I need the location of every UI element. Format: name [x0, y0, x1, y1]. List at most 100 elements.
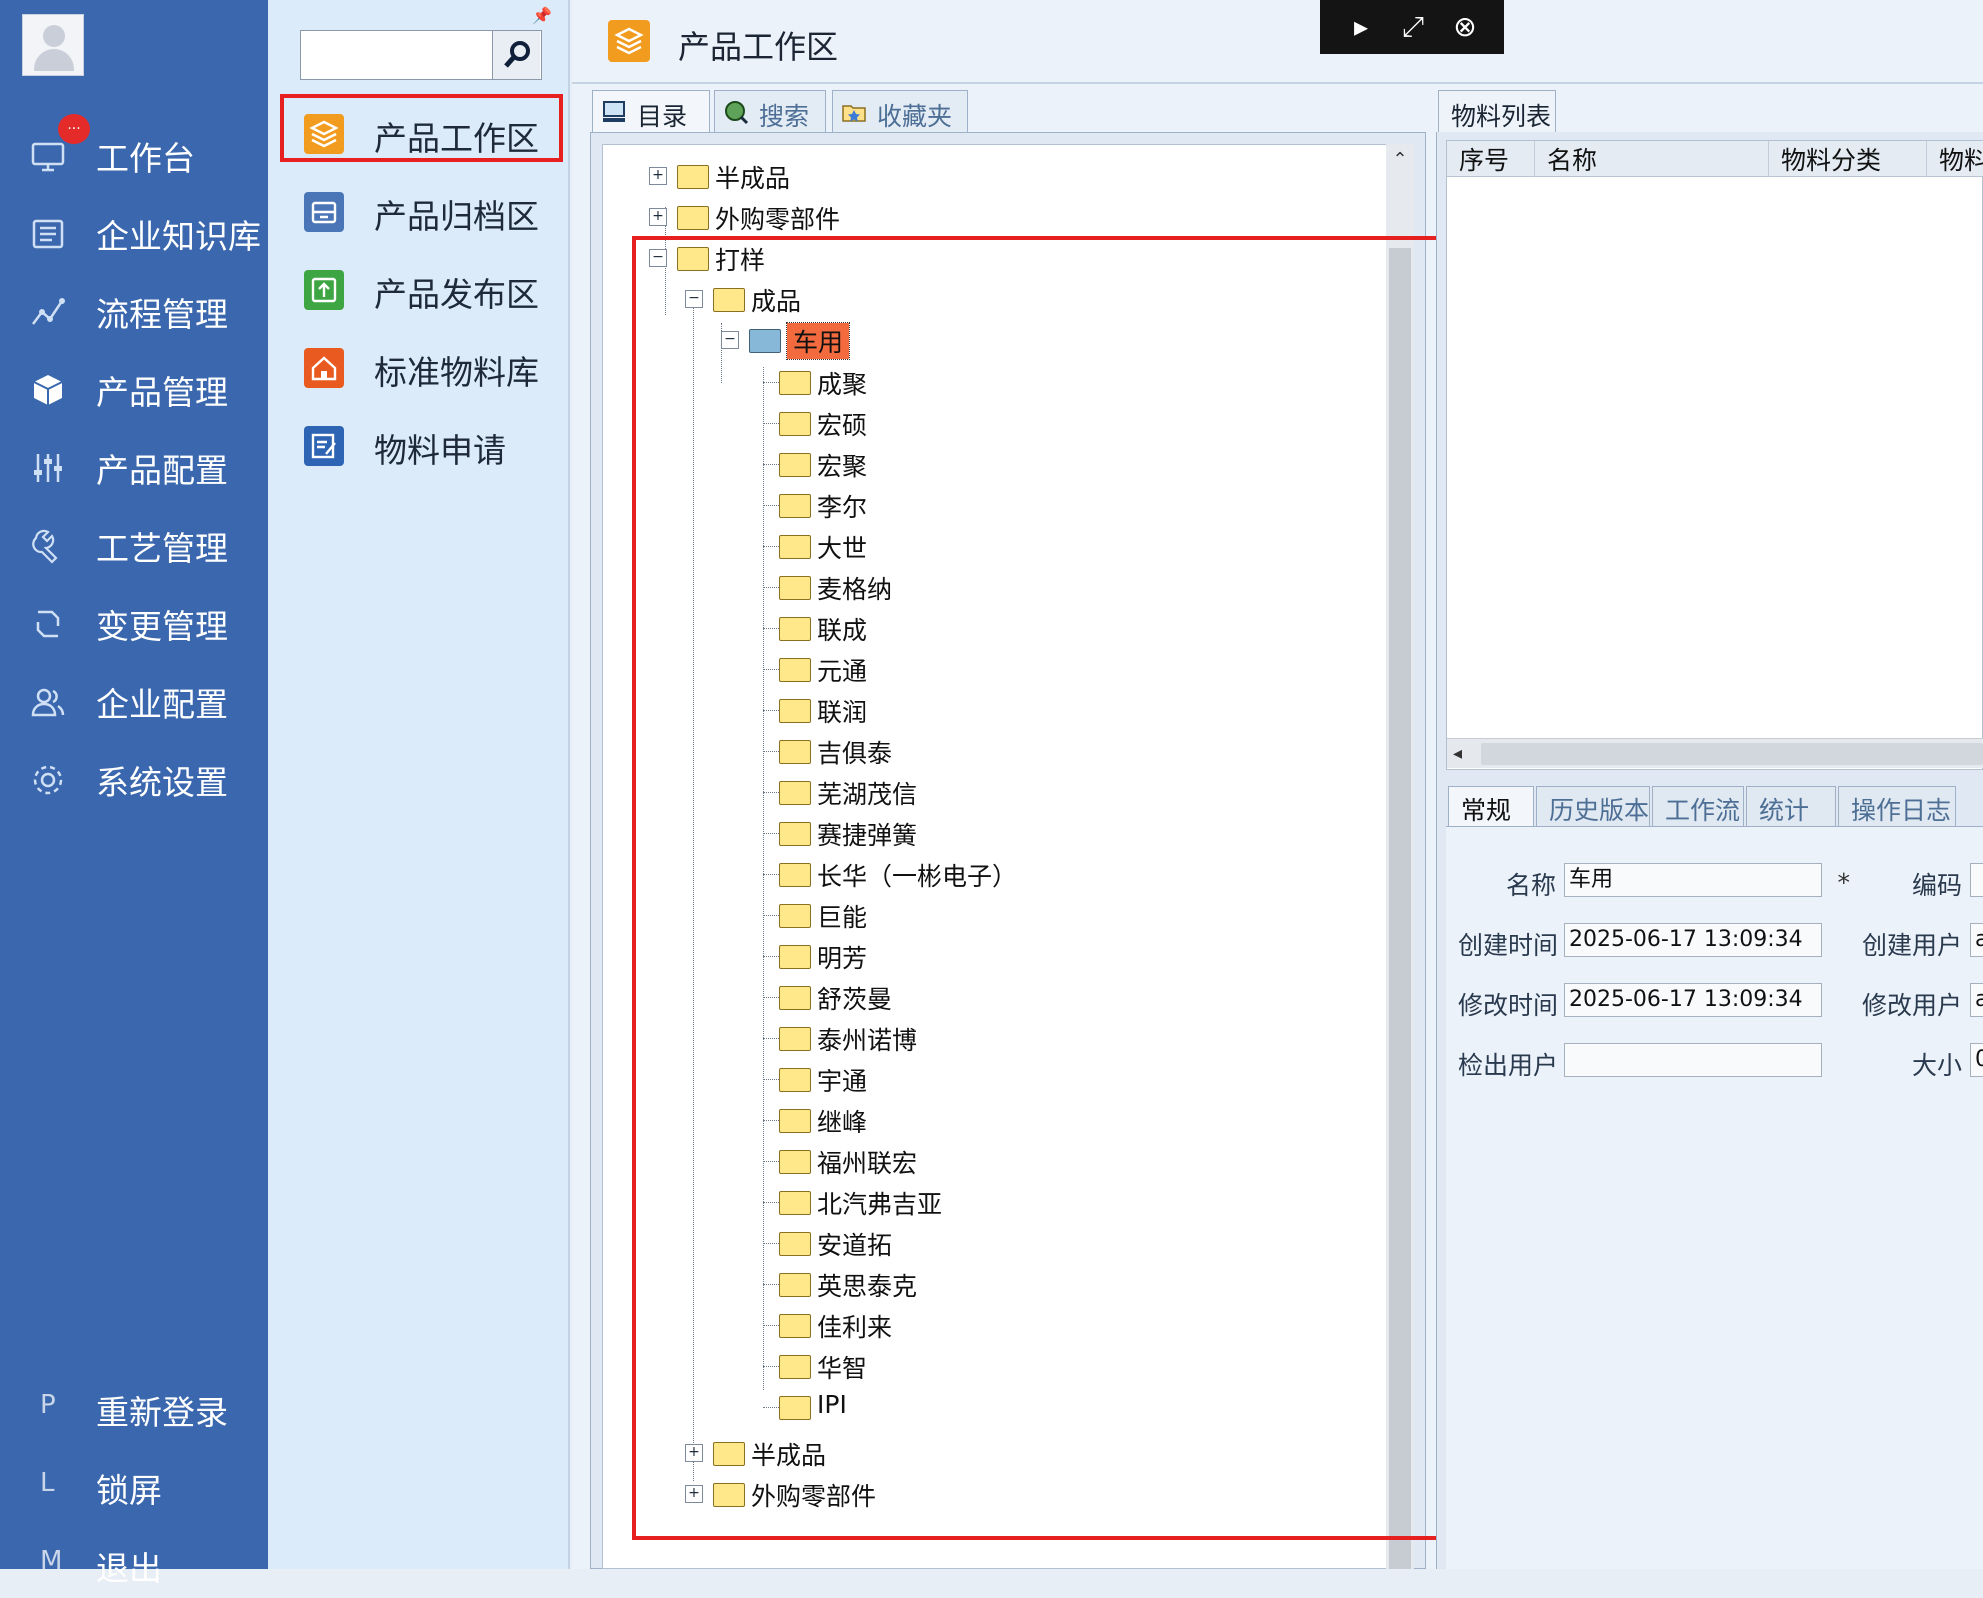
sub-item-label: 物料申请 [374, 431, 506, 470]
scrollbar-thumb[interactable] [1481, 743, 1983, 765]
tab-material-list[interactable]: 物料列表 [1438, 90, 1556, 132]
computer-icon [603, 101, 625, 122]
column-header[interactable]: 序号 [1447, 141, 1535, 177]
nav-item-label: 工艺管理 [96, 529, 228, 568]
tab-statistics[interactable]: 统计 [1746, 786, 1836, 826]
sub-item-standard-library[interactable]: 标准物料库 [282, 332, 560, 402]
users-icon [31, 688, 65, 717]
column-header[interactable]: 物料 [1927, 141, 1983, 177]
material-table [1446, 140, 1983, 770]
modified-user-field[interactable]: a [1970, 983, 1983, 1017]
column-header[interactable]: 物料分类 [1769, 141, 1927, 177]
cube-icon [33, 375, 63, 405]
field-label: 创建用户 [1861, 931, 1962, 960]
tab-label: 物料列表 [1451, 102, 1552, 131]
book-icon [32, 219, 64, 249]
folder-icon [677, 206, 709, 230]
nav-item-process[interactable]: 流程管理 [0, 274, 268, 344]
shortcut-key: L [40, 1468, 55, 1498]
nav-item-label: 企业配置 [96, 685, 228, 724]
field-label: 修改用户 [1861, 991, 1962, 1020]
scroll-up-icon[interactable]: ⌃ [1390, 150, 1410, 170]
sliders-icon [34, 454, 62, 482]
sub-item-product-archive[interactable]: 产品归档区 [282, 176, 560, 246]
tab-label: 收藏夹 [877, 102, 953, 131]
nav-item-label: 工作台 [96, 139, 195, 178]
nav-item-change[interactable]: 变更管理 [0, 586, 268, 656]
tab-directory[interactable]: 目录 [592, 90, 710, 132]
tab-workflow[interactable]: 工作流 [1652, 786, 1744, 826]
layers-icon [608, 20, 650, 62]
nav-item-label: 变更管理 [96, 607, 228, 646]
sub-item-product-release[interactable]: 产品发布区 [282, 254, 560, 324]
tab-general[interactable]: 常规 [1448, 786, 1534, 826]
scroll-left-icon[interactable]: ◂ [1453, 743, 1462, 764]
nav-item-label: 退出 [96, 1549, 162, 1588]
sub-item-label: 产品发布区 [374, 275, 539, 314]
tab-history[interactable]: 历史版本 [1536, 786, 1650, 826]
field-label: 检出用户 [1458, 1051, 1559, 1080]
checkout-user-field[interactable] [1564, 1043, 1822, 1077]
edit-form-icon [304, 426, 344, 466]
created-time-field[interactable]: 2025-06-17 13:09:34 [1564, 923, 1822, 957]
close-icon[interactable]: ⊗ [1448, 10, 1482, 44]
shortcut-key: M [40, 1546, 63, 1576]
wrench-icon [32, 529, 58, 564]
divider [572, 82, 1983, 84]
tab-operation-log[interactable]: 操作日志 [1838, 786, 1956, 826]
tab-label: 统计 [1759, 796, 1810, 825]
tab-label: 常规 [1461, 796, 1512, 825]
search-icon [504, 41, 530, 68]
expand-icon[interactable]: ⤢ [1396, 10, 1430, 44]
tab-label: 工作流 [1665, 796, 1741, 825]
code-field[interactable] [1970, 863, 1983, 897]
flow-icon [32, 298, 65, 325]
globe-search-icon [725, 101, 749, 125]
nav-item-knowledge-base[interactable]: 企业知识库 [0, 196, 268, 266]
size-field[interactable]: 0 [1970, 1043, 1983, 1077]
nav-item-label: 锁屏 [96, 1471, 162, 1510]
archive-icon [304, 192, 344, 232]
field-label: 大小 [1911, 1051, 1962, 1080]
horizontal-scrollbar[interactable]: ◂ [1447, 738, 1983, 768]
column-header[interactable]: 名称 [1535, 141, 1769, 177]
avatar[interactable] [22, 14, 84, 76]
highlight-frame [632, 236, 1442, 1540]
nav-item-logout[interactable]: M 退出 [0, 1528, 268, 1598]
field-label: 创建时间 [1458, 931, 1559, 960]
nav-item-label: 产品配置 [96, 451, 228, 490]
nav-item-lock-screen[interactable]: L 锁屏 [0, 1450, 268, 1520]
created-user-field[interactable]: a [1970, 923, 1983, 957]
nav-item-workbench[interactable]: 工作台 [0, 118, 268, 188]
tab-search[interactable]: 搜索 [714, 90, 826, 132]
field-label: 编码 [1911, 871, 1962, 900]
tab-favorites[interactable]: 收藏夹 [832, 90, 968, 132]
nav-item-relogin[interactable]: P 重新登录 [0, 1372, 268, 1442]
expand-toggle[interactable]: + [649, 167, 667, 185]
sub-item-label: 标准物料库 [374, 353, 539, 392]
notification-badge: ... [58, 114, 90, 144]
nav-item-system-settings[interactable]: 系统设置 [0, 742, 268, 812]
field-label: 名称 [1505, 871, 1556, 900]
field-label: 修改时间 [1458, 991, 1559, 1020]
modified-time-field[interactable]: 2025-06-17 13:09:34 [1564, 983, 1822, 1017]
page-title: 产品工作区 [678, 28, 839, 66]
name-field[interactable]: 车用 [1564, 863, 1822, 897]
house-icon [304, 348, 344, 388]
nav-item-label: 企业知识库 [96, 217, 261, 256]
nav-item-enterprise-config[interactable]: 企业配置 [0, 664, 268, 734]
search-button[interactable] [492, 31, 540, 79]
sub-item-label: 产品归档区 [374, 197, 539, 236]
collapse-icon[interactable]: ▸ [1344, 10, 1378, 44]
tab-label: 操作日志 [1851, 796, 1952, 825]
sub-item-material-request[interactable]: 物料申请 [282, 410, 560, 480]
tree-node-label: 半成品 [715, 164, 791, 193]
nav-item-product-management[interactable]: 产品管理 [0, 352, 268, 422]
nav-item-product-config[interactable]: 产品配置 [0, 430, 268, 500]
pin-icon[interactable]: 📌 [532, 6, 552, 25]
tab-label: 搜索 [759, 102, 810, 131]
expand-toggle[interactable]: + [649, 208, 667, 226]
tree-node-label: 外购零部件 [715, 205, 841, 234]
nav-item-craft[interactable]: 工艺管理 [0, 508, 268, 578]
tab-label: 历史版本 [1549, 796, 1650, 825]
